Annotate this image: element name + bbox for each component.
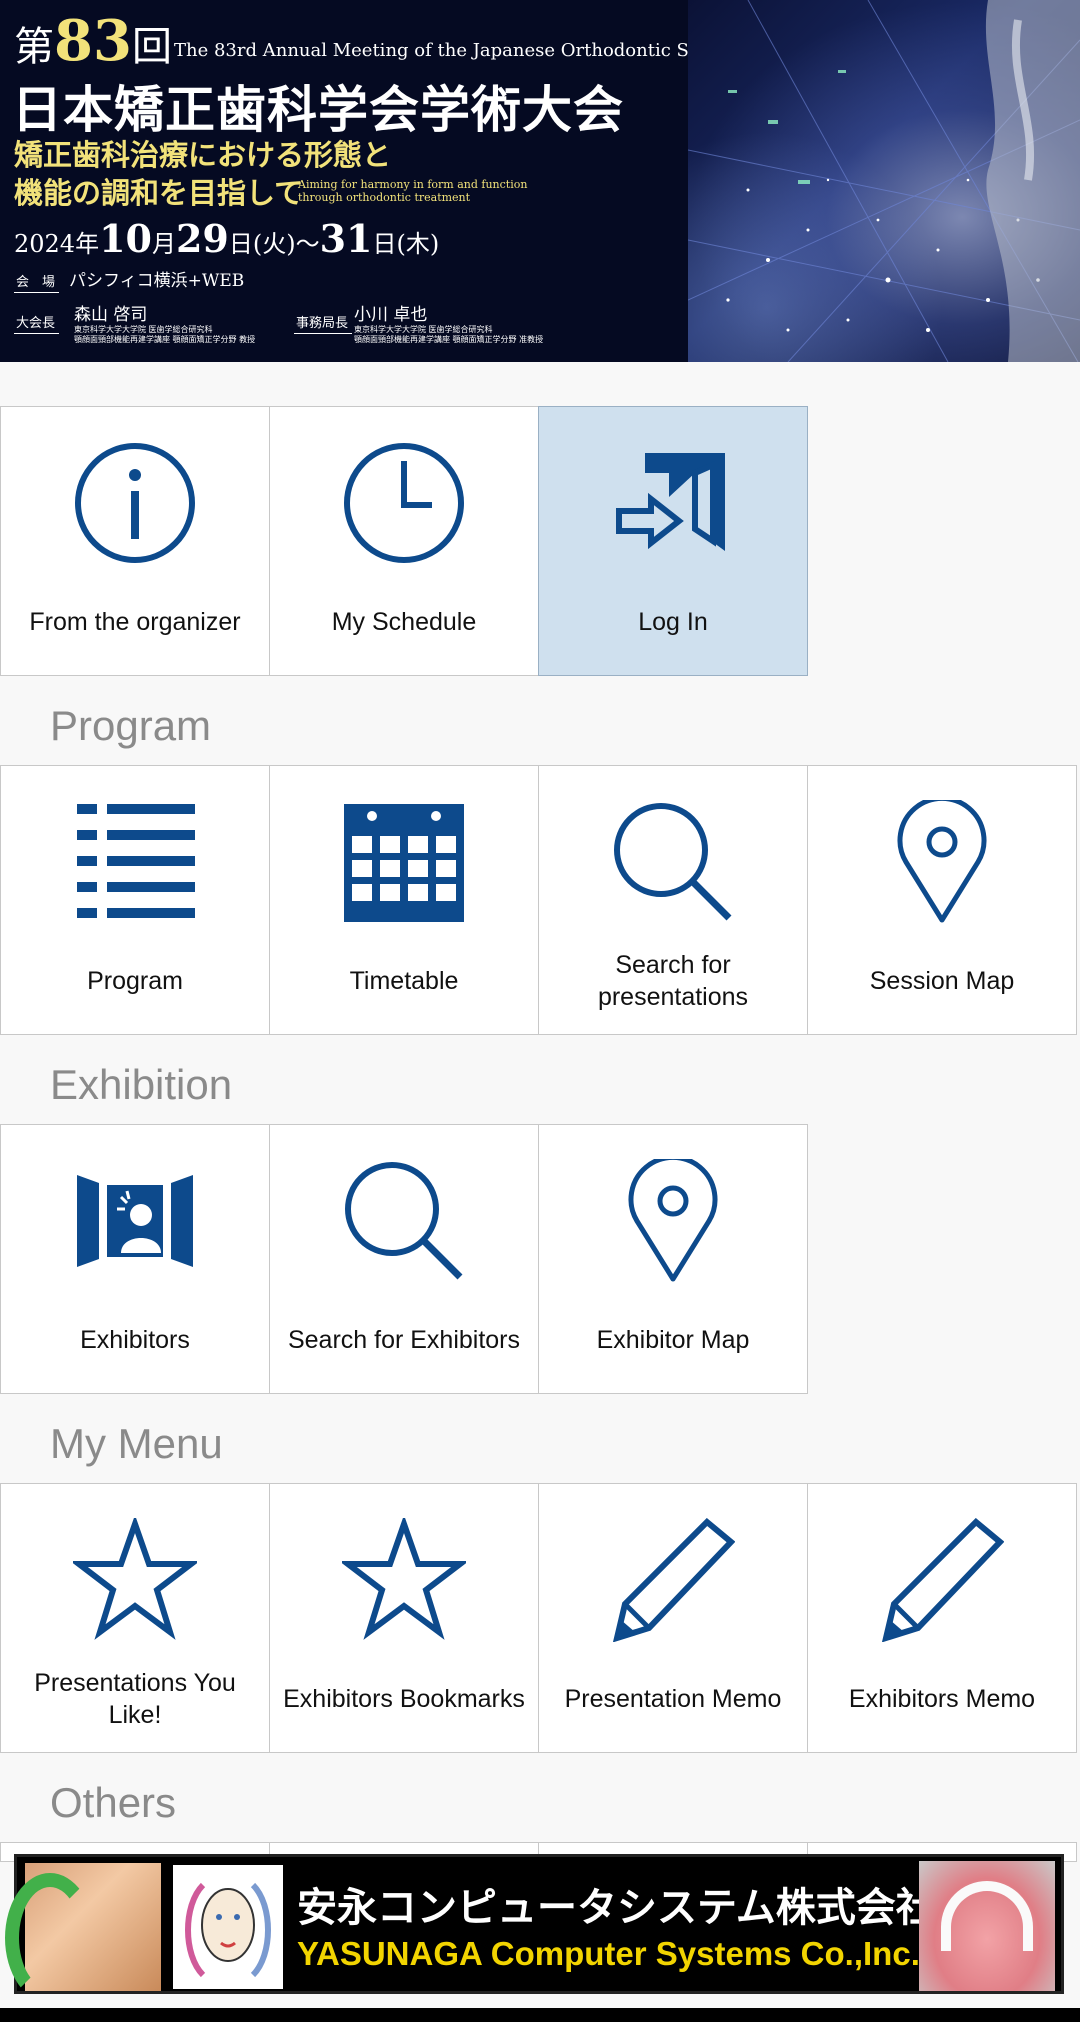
tile-exhibitor-map[interactable]: Exhibitor Map: [538, 1124, 808, 1394]
tile-exhibitors[interactable]: Exhibitors: [0, 1124, 270, 1394]
exhibition-grid: Exhibitors Search for Exhibitors Exhibit…: [0, 1124, 808, 1394]
banner-date-end-day: 31: [319, 216, 373, 261]
banner-date-year: 2024年: [14, 230, 100, 258]
tile-presentation-memo[interactable]: Presentation Memo: [538, 1483, 808, 1753]
tile-label: Presentations You Like!: [34, 1669, 236, 1729]
star-icon: [73, 1518, 197, 1640]
section-title-others: Others: [50, 1779, 177, 1826]
tile-my-schedule[interactable]: My Schedule: [269, 406, 539, 676]
tile-timetable[interactable]: Timetable: [269, 765, 539, 1035]
banner-secretary-affiliation1: 東京科学大学大学院 医歯学総合研究科: [354, 325, 493, 334]
tile-search-for-presentations[interactable]: Search for presentations: [538, 765, 808, 1035]
tile-label: Exhibitor Map: [596, 1326, 750, 1354]
banner-date-start-day: 29: [175, 216, 229, 261]
login-icon: [616, 453, 725, 551]
banner-venue-label: 会 場: [14, 275, 60, 293]
banner-theme-line1: 矯正歯科治療における形態と: [14, 138, 392, 172]
banner-venue-value: パシフィコ横浜+WEB: [69, 271, 245, 291]
exhibitor-booth-icon: [77, 1175, 193, 1267]
tile-label: Timetable: [349, 967, 459, 995]
tile-search-for-exhibitors[interactable]: Search for Exhibitors: [269, 1124, 539, 1394]
pencil-icon: [612, 1518, 735, 1642]
tile-label: Search for Exhibitors: [287, 1326, 521, 1354]
tile-label: Exhibitors: [80, 1326, 190, 1354]
tile-label: Presentation Memo: [564, 1685, 782, 1713]
section-title-my-menu: My Menu: [50, 1420, 223, 1467]
tile-label: Session Map: [869, 967, 1015, 995]
banner-date-month-kanji: 月: [151, 230, 176, 258]
bottom-bar: [0, 2008, 1080, 2022]
calendar-icon: [344, 804, 464, 922]
banner-venue: 会 場パシフィコ横浜+WEB: [14, 266, 245, 293]
section-title-program: Program: [50, 702, 212, 749]
search-icon: [614, 803, 732, 921]
tile-label: Log In: [638, 608, 708, 636]
tile-log-in[interactable]: Log In: [538, 406, 808, 676]
tile-program[interactable]: Program: [0, 765, 270, 1035]
banner-president-affiliation1: 東京科学大学大学院 医歯学総合研究科: [74, 325, 213, 334]
tile-label: Program: [87, 967, 183, 995]
list-icon: [77, 804, 195, 918]
star-icon: [342, 1518, 466, 1640]
sponsor-face-illustration: [173, 1865, 283, 1989]
conference-banner: 第83回 The 83rd Annual Meeting of the Japa…: [0, 0, 1080, 362]
banner-kanji-suffix: 回: [131, 24, 172, 70]
section-title-exhibition: Exhibition: [50, 1061, 233, 1108]
banner-title-en: The 83rd Annual Meeting of the Japanese …: [174, 40, 744, 61]
tile-session-map[interactable]: Session Map: [807, 765, 1077, 1035]
banner-date: 2024年10月29日(火)～31日(木): [14, 216, 439, 261]
sponsor-name-jp: 安永コンピュータシステム株式会社: [297, 1885, 936, 1931]
banner-date-month: 10: [99, 216, 152, 261]
banner-president-affiliation2: 顎顔面頸部機能再建学講座 顎顔面矯正学分野 教授: [74, 335, 256, 344]
sponsor-name-en: YASUNAGA Computer Systems Co.,Inc.: [297, 1935, 920, 1972]
banner-theme-en: Aiming for harmony in form and function …: [298, 178, 528, 204]
tile-label: Exhibitors Bookmarks: [283, 1685, 525, 1713]
banner-kanji-prefix: 第: [14, 24, 54, 70]
tile-label: My Schedule: [331, 608, 477, 636]
tile-presentations-you-like[interactable]: Presentations You Like!: [0, 1483, 270, 1753]
banner-artwork: [688, 0, 1080, 362]
tile-label: Search for presentations: [597, 951, 749, 1011]
info-icon: [75, 443, 195, 563]
search-icon: [345, 1162, 463, 1280]
banner-date-start-weekday: 日(火)～: [228, 230, 320, 258]
sponsor-image-xray: [5, 1863, 161, 2003]
tile-from-the-organizer[interactable]: From the organizer: [0, 406, 270, 676]
map-pin-icon: [897, 800, 987, 923]
tile-exhibitors-memo[interactable]: Exhibitors Memo: [807, 1483, 1077, 1753]
banner-secretary-label: 事務局長: [294, 316, 353, 334]
clock-icon: [344, 443, 464, 563]
banner-secretary-name: 小川 卓也: [354, 305, 428, 325]
quick-access-grid: From the organizer My Schedule Log In: [0, 406, 808, 676]
my-menu-grid: Presentations You Like! Exhibitors Bookm…: [0, 1483, 1077, 1753]
sponsor-banner[interactable]: 安永コンピュータシステム株式会社 YASUNAGA Computer Syste…: [5, 1854, 1064, 2003]
banner-president-label: 大会長: [14, 316, 60, 334]
banner-title-jp: 日本矯正歯科学会学術大会: [12, 80, 624, 139]
map-pin-icon: [628, 1159, 718, 1282]
sponsor-image-dental-model: [919, 1861, 1055, 1991]
banner-edition: 第83回: [14, 8, 172, 74]
tile-label: Exhibitors Memo: [848, 1685, 1036, 1713]
banner-president-name: 森山 啓司: [74, 305, 148, 325]
banner-edition-number: 83: [54, 8, 132, 74]
banner-date-end-weekday: 日(木): [372, 230, 440, 258]
pencil-icon: [881, 1518, 1004, 1642]
tile-label: From the organizer: [29, 608, 241, 636]
tile-exhibitors-bookmarks[interactable]: Exhibitors Bookmarks: [269, 1483, 539, 1753]
banner-secretary-affiliation2: 顎顔面頸部機能再建学講座 顎顔面矯正学分野 准教授: [354, 335, 544, 344]
program-grid: Program Timetable Search for presentatio…: [0, 765, 1077, 1035]
